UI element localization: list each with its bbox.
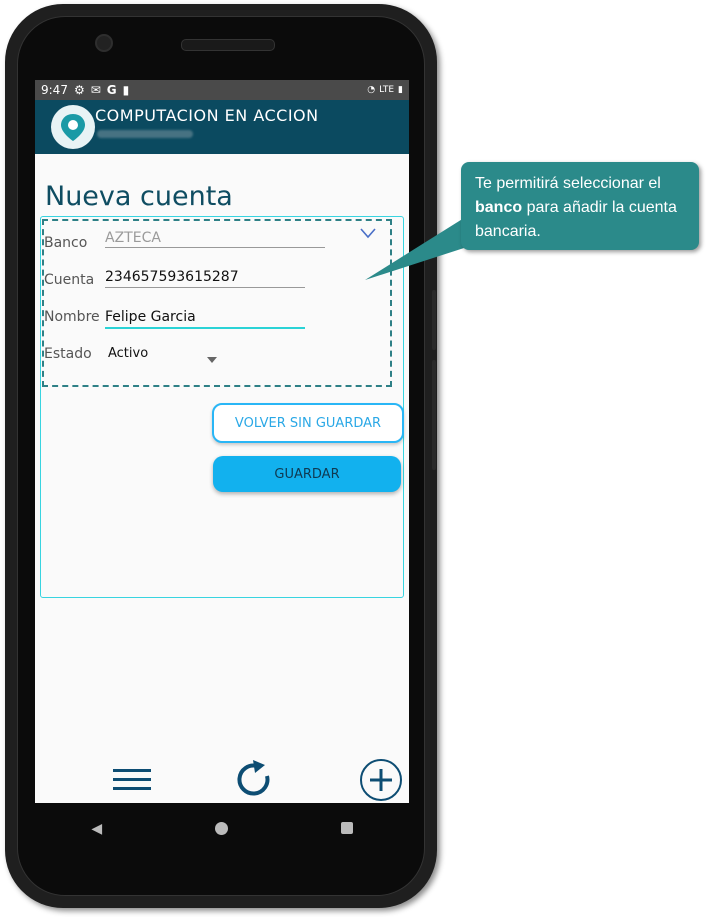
tooltip-text-bold: banco: [475, 199, 523, 216]
tooltip-pointer: [365, 218, 464, 280]
tutorial-tooltip: Te permitirá seleccionar el banco para a…: [461, 162, 699, 250]
tooltip-text-start: Te permitirá seleccionar el: [475, 175, 661, 192]
